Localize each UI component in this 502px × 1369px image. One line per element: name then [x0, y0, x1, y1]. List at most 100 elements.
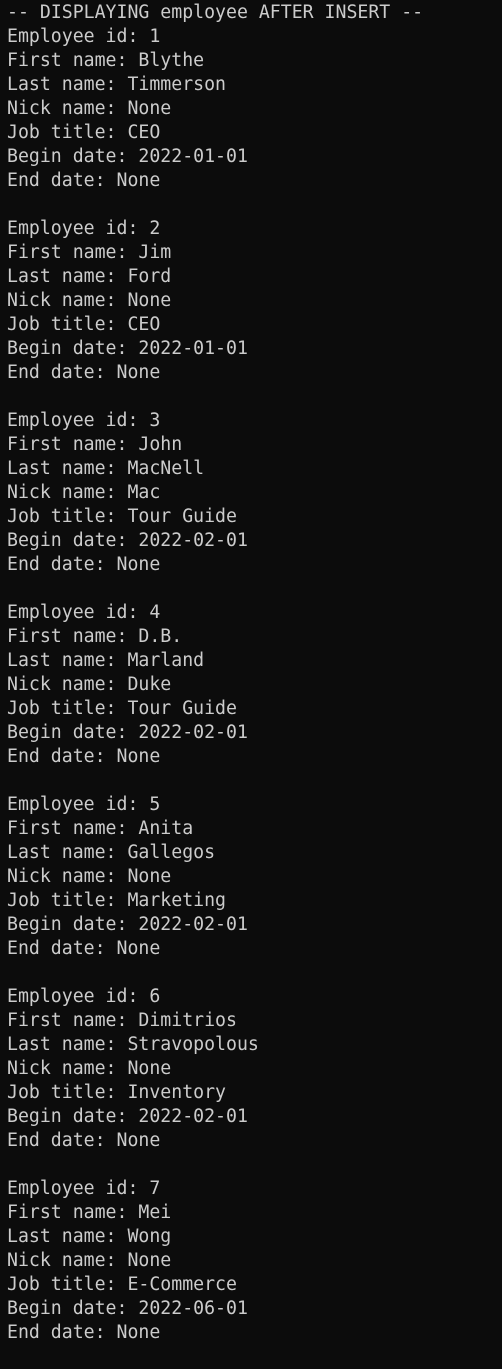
field-value: Jim: [138, 242, 172, 263]
field-label: Nick name:: [7, 98, 128, 119]
field-label: End date:: [7, 1322, 117, 1343]
field-value: Stravopolous: [127, 1034, 259, 1055]
employee-field-job: Job title: CEO: [7, 313, 502, 337]
field-value: None: [116, 938, 161, 959]
field-label: Nick name:: [7, 1250, 128, 1271]
field-value: 2022-06-01: [138, 1298, 248, 1319]
employee-field-last: Last name: Gallegos: [7, 841, 502, 865]
employee-record: Employee id: 3 First name: John Last name:…: [7, 409, 502, 577]
employee-field-job: Job title: Inventory: [7, 1081, 502, 1105]
field-label: End date:: [7, 170, 117, 191]
employee-field-begin: Begin date: 2022-02-01: [7, 913, 502, 937]
field-label: End date:: [7, 938, 117, 959]
field-value: Marland: [127, 650, 205, 671]
employee-field-id: Employee id: 5: [7, 793, 502, 817]
terminal-output: -- DISPLAYING employee AFTER INSERT -- E…: [0, 0, 502, 1359]
field-value: Wong: [127, 1226, 172, 1247]
employee-field-id: Employee id: 7: [7, 1177, 502, 1201]
field-label: First name:: [7, 818, 139, 839]
employee-field-first: First name: Blythe: [7, 49, 502, 73]
employee-field-nick: Nick name: None: [7, 865, 502, 889]
field-value: Anita: [138, 818, 194, 839]
field-value: Ford: [127, 266, 172, 287]
employee-field-end: End date: None: [7, 169, 502, 193]
employee-field-first: First name: Anita: [7, 817, 502, 841]
employee-record: Employee id: 1 First name: Blythe Last nam…: [7, 25, 502, 193]
field-value: 4: [149, 602, 161, 623]
employee-field-last: Last name: MacNell: [7, 457, 502, 481]
employee-field-end: End date: None: [7, 361, 502, 385]
employee-field-first: First name: Jim: [7, 241, 502, 265]
employee-record: Employee id: 4 First name: D.B. Last name:…: [7, 601, 502, 769]
field-value: None: [127, 98, 172, 119]
field-value: Mei: [138, 1202, 172, 1223]
field-label: Begin date:: [7, 530, 139, 551]
field-label: First name:: [7, 242, 139, 263]
field-label: Employee id:: [7, 1178, 150, 1199]
field-label: Employee id:: [7, 218, 150, 239]
employee-record: Employee id: 6 First name: Dimitrios Last …: [7, 985, 502, 1153]
field-value: Blythe: [138, 50, 205, 71]
field-value: None: [116, 746, 161, 767]
employee-field-end: End date: None: [7, 745, 502, 769]
employee-field-nick: Nick name: None: [7, 289, 502, 313]
field-value: 2022-02-01: [138, 914, 248, 935]
employee-field-job: Job title: E-Commerce: [7, 1273, 502, 1297]
employee-field-job: Job title: Tour Guide: [7, 505, 502, 529]
field-value: Tour Guide: [127, 698, 237, 719]
employee-field-first: First name: Dimitrios: [7, 1009, 502, 1033]
field-label: Begin date:: [7, 914, 139, 935]
field-value: CEO: [127, 314, 161, 335]
employee-record: Employee id: 2 First name: Jim Last name: …: [7, 217, 502, 385]
field-value: Tour Guide: [127, 506, 237, 527]
field-value: None: [116, 1130, 161, 1151]
field-value: John: [138, 434, 183, 455]
employee-field-id: Employee id: 6: [7, 985, 502, 1009]
employee-field-nick: Nick name: Duke: [7, 673, 502, 697]
field-label: Begin date:: [7, 146, 139, 167]
field-label: Employee id:: [7, 602, 150, 623]
field-label: Job title:: [7, 890, 128, 911]
employee-field-end: End date: None: [7, 1321, 502, 1345]
field-value: None: [127, 1250, 172, 1271]
field-value: None: [127, 290, 172, 311]
employee-field-nick: Nick name: Mac: [7, 481, 502, 505]
field-value: None: [127, 866, 172, 887]
field-label: Nick name:: [7, 866, 128, 887]
field-value: None: [116, 554, 161, 575]
employee-field-begin: Begin date: 2022-06-01: [7, 1297, 502, 1321]
field-label: Nick name:: [7, 290, 128, 311]
field-value: 2022-01-01: [138, 146, 248, 167]
field-label: Job title:: [7, 1274, 128, 1295]
field-label: Begin date:: [7, 1106, 139, 1127]
employee-records: Employee id: 1 First name: Blythe Last nam…: [7, 25, 502, 1369]
field-label: Job title:: [7, 698, 128, 719]
field-label: Begin date:: [7, 1298, 139, 1319]
field-label: End date:: [7, 1130, 117, 1151]
employee-field-id: Employee id: 3: [7, 409, 502, 433]
field-label: Job title:: [7, 122, 128, 143]
employee-field-nick: Nick name: None: [7, 97, 502, 121]
employee-field-last: Last name: Timmerson: [7, 73, 502, 97]
field-value: CEO: [127, 122, 161, 143]
employee-field-first: First name: D.B.: [7, 625, 502, 649]
employee-field-begin: Begin date: 2022-02-01: [7, 529, 502, 553]
field-label: First name:: [7, 626, 139, 647]
employee-field-id: Employee id: 4: [7, 601, 502, 625]
employee-field-begin: Begin date: 2022-02-01: [7, 721, 502, 745]
field-label: Last name:: [7, 266, 128, 287]
field-label: Employee id:: [7, 26, 150, 47]
field-value: 7: [149, 1178, 161, 1199]
employee-field-begin: Begin date: 2022-02-01: [7, 1105, 502, 1129]
field-value: 2: [149, 218, 161, 239]
field-label: End date:: [7, 362, 117, 383]
employee-field-begin: Begin date: 2022-01-01: [7, 337, 502, 361]
field-label: Nick name:: [7, 1058, 128, 1079]
field-label: End date:: [7, 746, 117, 767]
output-header: -- DISPLAYING employee AFTER INSERT --: [7, 2, 424, 23]
field-value: Gallegos: [127, 842, 216, 863]
employee-field-begin: Begin date: 2022-01-01: [7, 145, 502, 169]
